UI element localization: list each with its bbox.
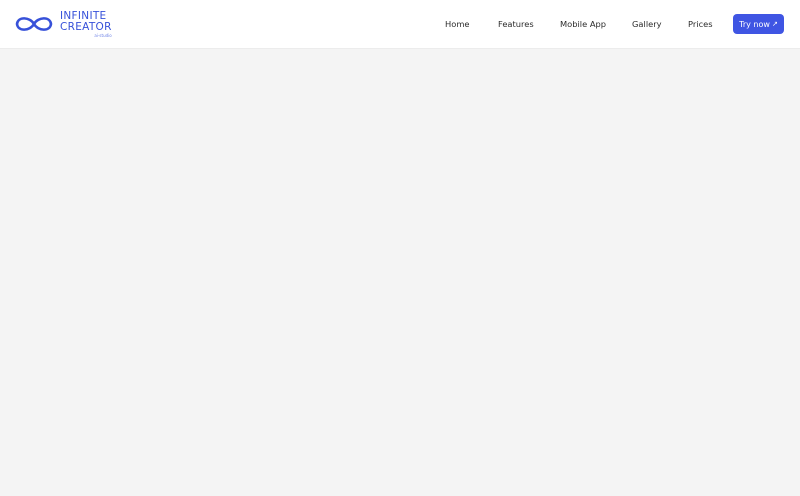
main-content (0, 49, 800, 496)
nav-item-gallery[interactable]: Gallery (632, 19, 662, 29)
top-navbar: INFINITE CREATOR ai-studio Home Features… (0, 0, 800, 49)
try-now-button[interactable]: Try now ↗ (733, 14, 784, 34)
nav-item-home[interactable]: Home (445, 19, 470, 29)
try-now-label: Try now (739, 19, 770, 29)
nav-item-prices[interactable]: Prices (688, 19, 713, 29)
nav-item-mobile-app[interactable]: Mobile App (560, 19, 606, 29)
nav-item-features[interactable]: Features (498, 19, 534, 29)
main-nav: Home Features Mobile App Gallery Prices (0, 0, 800, 48)
arrow-up-right-icon: ↗ (771, 20, 778, 28)
